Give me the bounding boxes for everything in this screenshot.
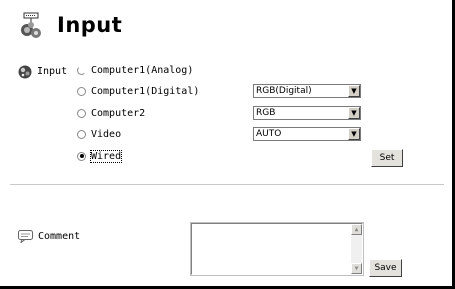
radio-button[interactable] — [77, 108, 86, 118]
save-button[interactable]: Save — [369, 259, 402, 277]
select-value: RGB — [256, 108, 276, 118]
radio-label[interactable]: Computer1(Digital) — [91, 86, 199, 97]
vertical-scrollbar[interactable]: ▲ ▼ — [351, 224, 362, 274]
radio-wired[interactable]: Wired — [77, 149, 123, 163]
radio-button[interactable] — [77, 65, 86, 75]
computer2-select[interactable]: RGB ▼ — [253, 106, 361, 120]
projector-input-icon — [21, 12, 41, 38]
comment-textarea[interactable]: ▲ ▼ — [190, 222, 364, 276]
chevron-down-icon[interactable]: ▼ — [348, 107, 360, 119]
radio-video[interactable]: Video — [77, 127, 121, 141]
radio-computer1-analog[interactable]: Computer1(Analog) — [77, 63, 193, 77]
radio-computer2[interactable]: Computer2 — [77, 106, 145, 120]
chevron-down-icon[interactable]: ▼ — [348, 85, 360, 97]
radio-button[interactable] — [77, 151, 86, 161]
page-title: Input — [57, 13, 123, 37]
radio-button[interactable] — [77, 86, 86, 96]
radio-button[interactable] — [77, 129, 86, 139]
triangle-down-icon[interactable]: ▼ — [351, 263, 362, 274]
select-value: RGB(Digital) — [256, 86, 312, 96]
input-section-label: Input — [37, 66, 68, 77]
comment-icon — [18, 230, 33, 243]
chevron-down-icon[interactable]: ▼ — [348, 128, 360, 140]
radio-label[interactable]: Wired — [89, 149, 123, 163]
set-button[interactable]: Set — [371, 149, 403, 167]
triangle-up-icon[interactable]: ▲ — [351, 224, 362, 235]
computer1-digital-select[interactable]: RGB(Digital) ▼ — [253, 84, 361, 98]
radio-computer1-digital[interactable]: Computer1(Digital) — [77, 84, 199, 98]
comment-label: Comment — [38, 231, 81, 242]
video-select[interactable]: AUTO ▼ — [253, 127, 361, 141]
section-divider — [10, 184, 444, 185]
radio-label[interactable]: Video — [91, 129, 121, 140]
radio-label[interactable]: Computer2 — [91, 108, 145, 119]
radio-label[interactable]: Computer1(Analog) — [91, 65, 193, 76]
input-icon — [18, 65, 32, 79]
select-value: AUTO — [256, 129, 282, 139]
